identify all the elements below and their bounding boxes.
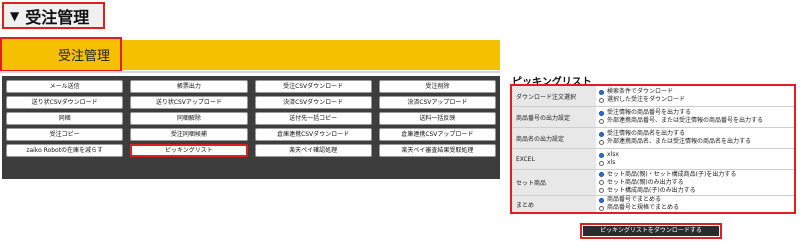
radio-option-label: xls (607, 159, 616, 166)
radio-group: 検索条件でダウンロード 選択した受注をダウンロード (596, 86, 794, 106)
order-csv-download-button[interactable]: 受注CSVダウンロード (254, 80, 372, 93)
picking-list-button[interactable]: ピッキングリスト (130, 144, 248, 157)
radio-unselected-icon[interactable] (599, 97, 604, 103)
settings-row: 商品番号の出力設定 受注情報の商品番号を出力する 外部連携商品番号、または受注情… (512, 107, 794, 128)
radio-group: xlsx xls (596, 149, 794, 169)
radio-option[interactable]: 商品番号と規格でまとめる (599, 204, 791, 212)
rakuten-pay-review-result-button[interactable]: 楽天ペイ審査結果受取処理 (378, 144, 496, 157)
bulk-copy-destination-button[interactable]: 送付先一括コピー (254, 112, 372, 125)
unbundle-button[interactable]: 同梱解除 (130, 112, 248, 125)
divider (0, 71, 500, 73)
radio-option-label: セット商品(親)・セット構成商品(子)を出力する (607, 170, 737, 178)
settings-row: 商品名の出力設定 受注情報の商品名を出力する 外部連携商品名、または受注情報の商… (512, 128, 794, 149)
radio-unselected-icon[interactable] (599, 139, 604, 145)
bundle-button[interactable]: 同梱 (6, 112, 124, 125)
radio-unselected-icon[interactable] (599, 180, 604, 185)
download-picking-list-button[interactable]: ピッキングリストをダウンロードする (583, 226, 719, 236)
settings-row-label: セット商品 (512, 170, 596, 195)
settings-row: まとめ 商品番号でまとめる 商品番号と規格でまとめる (512, 196, 794, 212)
radio-option-label: 外部連携商品番号、または受注情報の商品番号を出力する (607, 117, 764, 124)
settings-row-label: EXCEL (512, 149, 596, 169)
radio-option[interactable]: 受注情報の商品番号を出力する (599, 109, 791, 117)
bundle-candidates-button[interactable]: 受注同梱候補 (130, 128, 248, 141)
radio-option[interactable]: セット商品(親)のみ出力する (599, 179, 791, 187)
send-mail-button[interactable]: メール送信 (6, 80, 124, 93)
tab-order-management[interactable]: 受注管理 (0, 37, 122, 72)
radio-selected-icon[interactable] (599, 110, 604, 116)
radio-option-label: セット商品(親)のみ出力する (607, 178, 684, 186)
radio-unselected-icon[interactable] (599, 205, 604, 211)
section-title: 受注管理 (25, 7, 90, 27)
zaiko-robot-reduce-stock-button[interactable]: zaiko Robotの在庫を減らす (6, 144, 124, 157)
radio-unselected-icon[interactable] (599, 160, 604, 166)
radio-option[interactable]: 外部連携商品番号、または受注情報の商品番号を出力する (599, 117, 791, 125)
invoice-csv-upload-button[interactable]: 送り状CSVアップロード (130, 96, 248, 109)
radio-option[interactable]: xlsx (599, 151, 791, 159)
order-delete-button[interactable]: 受注削除 (378, 80, 496, 93)
tab-strip (122, 40, 500, 70)
order-action-button-panel: メール送信 帳票出力 受注CSVダウンロード 受注削除 送り状CSVダウンロード… (2, 76, 500, 179)
section-header-order-management[interactable]: ▼ 受注管理 (2, 2, 105, 29)
radio-unselected-icon[interactable] (599, 188, 604, 193)
radio-selected-icon[interactable] (599, 131, 604, 137)
radio-option-label: 検索条件でダウンロード (607, 88, 674, 95)
radio-selected-icon[interactable] (599, 197, 604, 203)
order-copy-button[interactable]: 受注コピー (6, 128, 124, 141)
download-button-highlight: ピッキングリストをダウンロードする (580, 223, 722, 239)
settings-row: ダウンロード注文選択 検索条件でダウンロード 選択した受注をダウンロード (512, 86, 794, 107)
radio-unselected-icon[interactable] (599, 118, 604, 124)
radio-option-label: 商品番号と規格でまとめる (607, 204, 680, 211)
radio-option[interactable]: セット構成商品(子)のみ出力する (599, 187, 791, 195)
picking-list-settings-panel: ダウンロード注文選択 検索条件でダウンロード 選択した受注をダウンロード 商品番… (510, 84, 796, 214)
radio-group: 受注情報の商品名を出力する 外部連携商品名、または受注情報の商品名を出力する (596, 128, 794, 148)
radio-option[interactable]: 検索条件でダウンロード (599, 88, 791, 96)
radio-group: 商品番号でまとめる 商品番号と規格でまとめる (596, 196, 794, 212)
payment-csv-upload-button[interactable]: 決済CSVアップロード (378, 96, 496, 109)
form-output-button[interactable]: 帳票出力 (130, 80, 248, 93)
warehouse-csv-upload-button[interactable]: 倉庫連携CSVアップロード (378, 128, 496, 141)
radio-option-label: 商品番号でまとめる (607, 196, 662, 203)
settings-row: セット商品 セット商品(親)・セット構成商品(子)を出力する セット商品(親)の… (512, 170, 794, 196)
radio-option[interactable]: xls (599, 159, 791, 167)
settings-row: EXCEL xlsx xls (512, 149, 794, 170)
radio-option[interactable]: 受注情報の商品名を出力する (599, 130, 791, 138)
settings-row-label: まとめ (512, 196, 596, 212)
radio-option-label: xlsx (607, 151, 619, 158)
payment-csv-download-button[interactable]: 決済CSVダウンロード (254, 96, 372, 109)
radio-selected-icon[interactable] (599, 89, 604, 95)
radio-option[interactable]: セット商品(親)・セット構成商品(子)を出力する (599, 171, 791, 179)
radio-option-label: 受注情報の商品番号を出力する (607, 109, 692, 116)
radio-group: 受注情報の商品番号を出力する 外部連携商品番号、または受注情報の商品番号を出力す… (596, 107, 794, 127)
warehouse-csv-download-button[interactable]: 倉庫連携CSVダウンロード (254, 128, 372, 141)
collapse-triangle-icon: ▼ (10, 8, 20, 23)
radio-option-label: セット構成商品(子)のみ出力する (607, 186, 696, 194)
radio-option[interactable]: 商品番号でまとめる (599, 196, 791, 204)
radio-option-label: 外部連携商品名、または受注情報の商品名を出力する (607, 138, 752, 145)
tab-label: 受注管理 (57, 49, 110, 64)
settings-row-label: 商品名の出力設定 (512, 128, 596, 148)
radio-selected-icon[interactable] (599, 152, 604, 158)
settings-row-label: 商品番号の出力設定 (512, 107, 596, 127)
bulk-apply-shipping-button[interactable]: 送料一括反映 (378, 112, 496, 125)
radio-group: セット商品(親)・セット構成商品(子)を出力する セット商品(親)のみ出力する … (596, 170, 794, 195)
radio-selected-icon[interactable] (599, 172, 604, 177)
radio-option-label: 受注情報の商品名を出力する (607, 130, 686, 137)
radio-option-label: 選択した受注をダウンロード (607, 96, 686, 103)
radio-option[interactable]: 外部連携商品名、または受注情報の商品名を出力する (599, 138, 791, 146)
rakuten-pay-confirm-button[interactable]: 楽天ペイ確認処理 (254, 144, 372, 157)
settings-row-label: ダウンロード注文選択 (512, 86, 596, 106)
radio-option[interactable]: 選択した受注をダウンロード (599, 96, 791, 104)
invoice-csv-download-button[interactable]: 送り状CSVダウンロード (6, 96, 124, 109)
